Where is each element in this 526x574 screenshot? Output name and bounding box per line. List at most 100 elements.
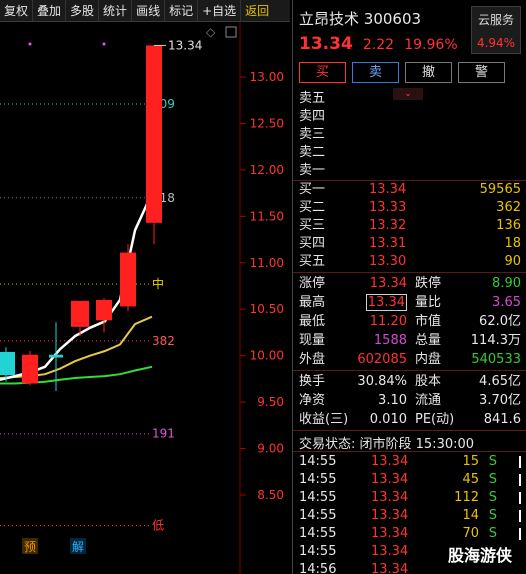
back-button[interactable]: 返回 [241,0,273,22]
tick-price: 13.34 [371,490,409,505]
sector-badge[interactable]: 云服务 4.94% [471,6,521,54]
stat-row: 收益(三) 0.010 PE(动) 841.6 [293,410,526,429]
price-tick-label: 10.00 [250,349,284,363]
limit-up-label: 涨停 [299,276,326,291]
volume-ratio-value: 3.65 [492,295,521,310]
overlay-button[interactable]: 叠加 [33,0,67,22]
ask-row[interactable]: 卖四 [293,108,526,126]
candle-body [0,351,15,376]
bid-price: 13.31 [369,236,407,251]
signal-dot [28,42,32,46]
tick-row: 14:55 13.34 14 S [293,507,526,525]
watermark-text: 股海游侠 [448,546,513,565]
stock-code: 300603 [363,10,422,28]
event-marker-jie: 解 [72,540,84,554]
bid-price: 13.33 [369,200,407,215]
bid-label: 买五 [299,254,326,269]
tick-bar [519,456,521,468]
price-tick-label: 8.50 [257,488,284,502]
statistics-button[interactable]: 统计 [99,0,133,22]
price-tick-label: 9.00 [257,442,284,456]
window-toggle-icon[interactable] [225,26,237,38]
eps-label: 收益(三) [299,412,349,427]
stat-row: 最低 11.20 市值 62.0亿 [293,312,526,331]
ask-row[interactable]: 卖二 [293,144,526,162]
bid-row[interactable]: 买四 13.31 18 [293,235,526,253]
stat-row: 外盘 602085 内盘 540533 [293,350,526,369]
add-watchlist-button[interactable]: +自选 [198,0,242,22]
kline-chart-svg: ◇ 13.00 12.50 12.00 11.50 11.00 10.50 10.00 9.5… [0,22,284,574]
stat-row: 涨停 13.34 跌停 8.90 [293,274,526,293]
price-tick-label: 13.00 [250,70,284,84]
tick-time: 14:55 [299,490,337,505]
chart-toolbar: 复权 叠加 多股 统计 画线 标记 +自选 返回 [0,0,290,22]
fib-label-mid: 中 [152,276,164,291]
tick-price: 13.34 [371,562,409,574]
price-tick-label: 11.00 [250,256,284,270]
eps-value: 0.010 [369,412,407,427]
ask-row[interactable]: 卖五 [293,90,526,108]
bid-row[interactable]: 买二 13.33 362 [293,199,526,217]
tick-row: 14:55 13.34 45 S [293,471,526,489]
diamond-icon[interactable]: ◇ [206,25,216,39]
mark-button[interactable]: 标记 [165,0,199,22]
price-tick-label: 9.50 [257,395,284,409]
price-change-pct: 19.96% [404,37,458,53]
tick-time: 14:55 [299,508,337,523]
bid-row[interactable]: 买三 13.32 136 [293,217,526,235]
candle-body [22,354,38,384]
tick-direction: S [488,472,497,487]
tick-time: 14:56 [299,562,337,574]
alert-button[interactable]: 警 [458,62,505,83]
tick-time: 14:55 [299,454,337,469]
bid-row[interactable]: 买一 13.34 59565 [293,181,526,199]
net-assets-value: 3.10 [378,393,407,408]
tick-row: 14:55 13.34 112 S [293,489,526,507]
tick-volume: 112 [454,490,479,505]
tick-price: 13.34 [371,508,409,523]
multi-stock-button[interactable]: 多股 [66,0,100,22]
total-volume-value: 114.3万 [470,333,521,348]
ask-row[interactable]: 卖一 [293,162,526,180]
sector-pct: 4.94% [476,36,516,50]
tick-bar [519,474,521,486]
tick-price: 13.34 [371,526,409,541]
last-price: 13.34 [299,34,353,54]
current-volume-label: 现量 [299,333,326,348]
bid-label: 买四 [299,236,326,251]
fib-label-l191: 191 [152,427,175,441]
fuquan-button[interactable]: 复权 [0,0,34,22]
price-line: 13.34 2.22 19.96% [299,34,458,54]
fib-label-l382: 382 [152,334,175,348]
tick-volume: 45 [462,472,479,487]
total-volume-label: 总量 [415,333,442,348]
tick-volume: 15 [462,454,479,469]
tick-price: 13.34 [371,544,409,559]
buy-button[interactable]: 买 [299,62,346,83]
bid-price: 13.34 [369,182,407,197]
divider [293,272,526,273]
kline-chart[interactable]: ◇ 13.00 12.50 12.00 11.50 11.00 10.50 10.00 9.5… [0,22,290,574]
divider [293,430,526,431]
sell-button[interactable]: 卖 [352,62,399,83]
ask-label: 卖三 [299,127,326,142]
cancel-order-button[interactable]: 撤 [405,62,452,83]
bid-volume: 136 [496,218,521,233]
stat-row: 换手 30.84% 股本 4.65亿 [293,372,526,391]
ask-label: 卖二 [299,145,326,160]
candle-body [146,45,162,223]
high-label: 最高 [299,295,326,310]
candle-body [71,300,89,327]
bid-volume: 59565 [479,182,521,197]
signal-dot [102,42,106,46]
stat-row: 净资 3.10 流通 3.70亿 [293,391,526,410]
volume-ratio-label: 量比 [415,295,442,310]
current-volume-value: 1588 [373,333,407,348]
market-cap-label: 市值 [415,314,442,329]
outer-volume-label: 外盘 [299,352,326,367]
limit-up-value: 13.34 [369,276,407,291]
ask-row[interactable]: 卖三 [293,126,526,144]
quote-panel: 立昂技术 300603 云服务 4.94% 13.34 2.22 19.96% … [292,0,526,574]
bid-row[interactable]: 买五 13.30 90 [293,253,526,271]
draw-line-button[interactable]: 画线 [132,0,166,22]
